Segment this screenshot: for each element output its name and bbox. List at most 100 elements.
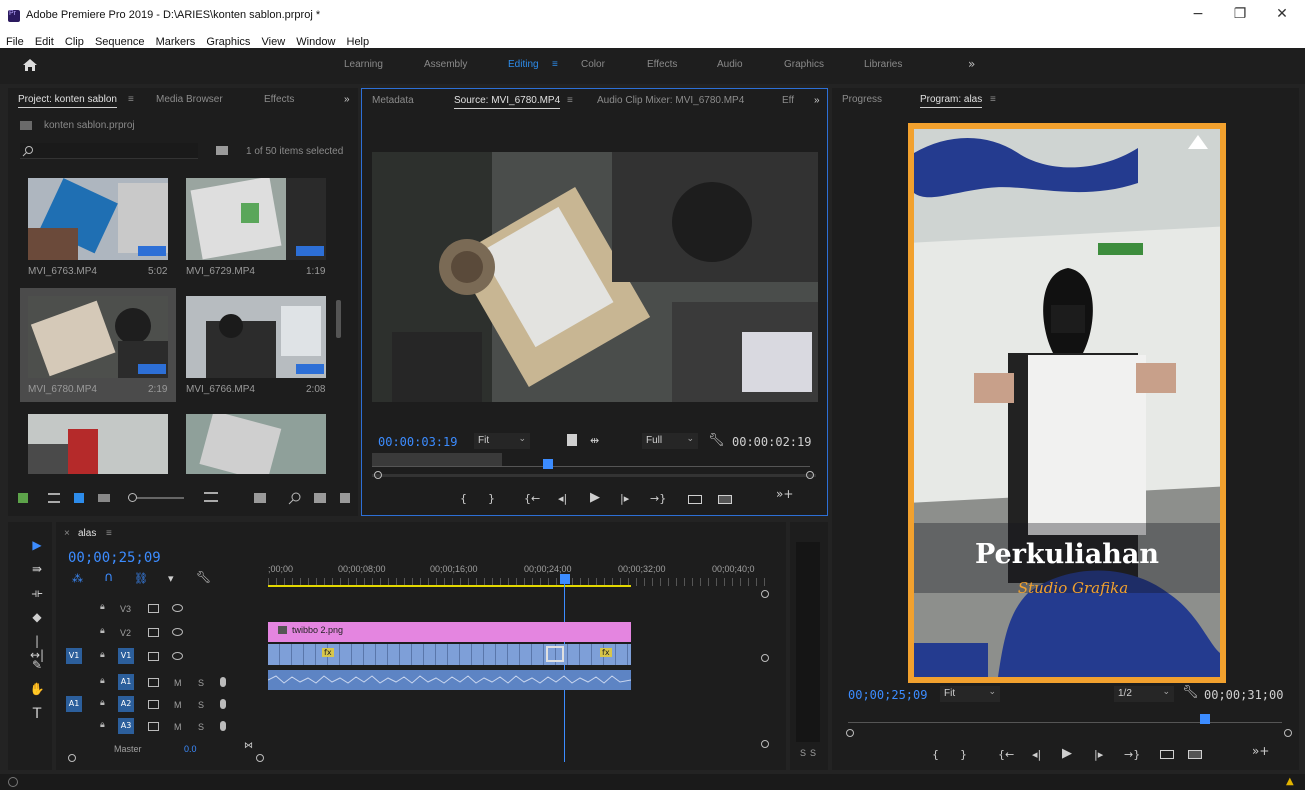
- play-icon[interactable]: ▶: [1062, 746, 1072, 761]
- tab-menu-icon[interactable]: ≡: [106, 528, 112, 539]
- icon-view-icon[interactable]: [74, 493, 84, 503]
- project-search-input[interactable]: [20, 143, 198, 159]
- source-resolution-dropdown[interactable]: Full ⌄: [642, 433, 698, 449]
- menu-markers[interactable]: Markers: [156, 36, 196, 48]
- nest-icon[interactable]: ⁂: [72, 572, 83, 585]
- mute-button[interactable]: M: [174, 700, 182, 710]
- workspace-graphics[interactable]: Graphics: [784, 59, 824, 70]
- microphone-icon[interactable]: [220, 699, 226, 709]
- tab-menu-icon[interactable]: ≡: [128, 94, 134, 105]
- sync-lock-icon[interactable]: [148, 628, 159, 637]
- scroll-handle-right[interactable]: [1284, 729, 1292, 737]
- new-bin-icon[interactable]: [216, 146, 228, 155]
- tab-media-browser[interactable]: Media Browser: [156, 94, 223, 105]
- workspace-learning[interactable]: Learning: [344, 59, 383, 70]
- more-workspaces-icon[interactable]: »: [968, 57, 975, 71]
- sync-lock-icon[interactable]: [148, 700, 159, 709]
- wrench-icon[interactable]: 🔧︎: [708, 433, 725, 448]
- pen-tool-icon[interactable]: ✎: [28, 658, 46, 676]
- vertical-scroll-handle[interactable]: [761, 654, 769, 662]
- type-tool-icon[interactable]: T: [28, 706, 46, 724]
- tab-metadata[interactable]: Metadata: [372, 95, 414, 106]
- microphone-icon[interactable]: [220, 677, 226, 687]
- selection-tool-icon[interactable]: ▶: [28, 538, 46, 556]
- source-zoom-scrollbar[interactable]: [372, 474, 816, 477]
- step-back-icon[interactable]: ◂|: [1032, 748, 1041, 761]
- track-select-tool-icon[interactable]: ⇛: [28, 562, 46, 580]
- solo-button[interactable]: S: [198, 700, 204, 710]
- ripple-edit-tool-icon[interactable]: ⟛: [28, 586, 46, 604]
- scroll-handle-left[interactable]: [374, 471, 382, 479]
- list-view-icon[interactable]: [48, 493, 60, 503]
- hand-tool-icon[interactable]: ✋: [28, 682, 46, 700]
- mute-button[interactable]: M: [174, 678, 182, 688]
- linked-selection-icon[interactable]: ⛓︎: [134, 572, 148, 585]
- project-item-selected[interactable]: [28, 296, 168, 378]
- scroll-handle-right[interactable]: [806, 471, 814, 479]
- menu-file[interactable]: File: [6, 36, 24, 48]
- lock-icon[interactable]: 🔒︎: [100, 602, 110, 612]
- tab-project[interactable]: Project: konten sablon: [18, 94, 117, 108]
- track-target-a2[interactable]: A2: [118, 696, 134, 712]
- tab-audio-clip-mixer[interactable]: Audio Clip Mixer: MVI_6780.MP4: [597, 95, 744, 106]
- tab-effects[interactable]: Effects: [264, 94, 294, 105]
- workspace-editing[interactable]: Editing: [508, 59, 539, 70]
- wrench-icon[interactable]: 🔧︎: [1182, 685, 1199, 700]
- work-area-bar[interactable]: [268, 585, 631, 587]
- mark-in-icon[interactable]: {: [932, 748, 939, 761]
- project-item[interactable]: [28, 178, 168, 260]
- maximize-button[interactable]: ❐: [1226, 6, 1254, 24]
- go-to-in-icon[interactable]: {←: [524, 492, 540, 505]
- warning-icon[interactable]: ▲: [1286, 776, 1294, 787]
- zoom-in-out-icon[interactable]: ⋈: [244, 740, 253, 751]
- mute-button[interactable]: M: [174, 722, 182, 732]
- vertical-scroll-handle[interactable]: [761, 590, 769, 598]
- automate-sequence-icon[interactable]: [254, 493, 266, 503]
- tab-program[interactable]: Program: alas: [920, 94, 983, 108]
- menu-view[interactable]: View: [262, 36, 286, 48]
- menu-edit[interactable]: Edit: [35, 36, 54, 48]
- source-playhead-timecode[interactable]: 00:00:03:19: [378, 435, 457, 449]
- close-sequence-icon[interactable]: ×: [64, 528, 70, 539]
- project-item[interactable]: [28, 414, 168, 474]
- source-zoom-dropdown[interactable]: Fit ⌄: [474, 433, 530, 449]
- sync-lock-icon[interactable]: [148, 652, 159, 661]
- home-icon[interactable]: [22, 57, 40, 75]
- track-target-v1[interactable]: V1: [118, 648, 134, 664]
- menu-window[interactable]: Window: [296, 36, 335, 48]
- lock-icon[interactable]: 🔒︎: [100, 650, 110, 660]
- program-playhead-timecode[interactable]: 00;00;25;09: [848, 688, 927, 702]
- mark-out-icon[interactable]: }: [488, 492, 495, 505]
- play-icon[interactable]: ▶: [590, 490, 600, 505]
- go-to-out-icon[interactable]: →}: [1124, 748, 1140, 761]
- project-item[interactable]: [186, 296, 326, 378]
- sort-icon[interactable]: [204, 492, 218, 502]
- close-button[interactable]: ✕: [1268, 6, 1296, 24]
- vertical-scroll-handle[interactable]: [761, 740, 769, 748]
- mark-in-icon[interactable]: {: [460, 492, 467, 505]
- timeline-timecode[interactable]: 00;00;25;09: [68, 550, 161, 566]
- source-time-ruler[interactable]: [372, 466, 810, 467]
- program-zoom-dropdown[interactable]: Fit ⌄: [940, 686, 1000, 702]
- menu-help[interactable]: Help: [347, 36, 370, 48]
- settings-icon[interactable]: [567, 434, 577, 446]
- insert-clip-icon[interactable]: [688, 495, 702, 504]
- sync-lock-icon[interactable]: [148, 722, 159, 731]
- solo-button[interactable]: S: [198, 678, 204, 688]
- eye-icon[interactable]: [172, 604, 183, 612]
- project-item[interactable]: [186, 414, 326, 474]
- button-editor-icon[interactable]: »+: [1252, 744, 1269, 758]
- scroll-handle-left[interactable]: [846, 729, 854, 737]
- panel-more-icon[interactable]: »: [344, 94, 350, 105]
- button-editor-icon[interactable]: »+: [776, 487, 793, 501]
- solo-button[interactable]: S: [198, 722, 204, 732]
- scroll-handle-left[interactable]: [68, 754, 76, 762]
- new-item-icon[interactable]: [340, 493, 350, 503]
- master-volume-value[interactable]: 0.0: [184, 744, 197, 754]
- clip-a1-audio[interactable]: [267, 670, 632, 690]
- timeline-playhead-handle[interactable]: [560, 574, 570, 584]
- snap-icon[interactable]: ∩: [104, 570, 114, 585]
- step-back-icon[interactable]: ◂|: [558, 492, 567, 505]
- workspace-audio[interactable]: Audio: [717, 59, 743, 70]
- workspace-libraries[interactable]: Libraries: [864, 59, 902, 70]
